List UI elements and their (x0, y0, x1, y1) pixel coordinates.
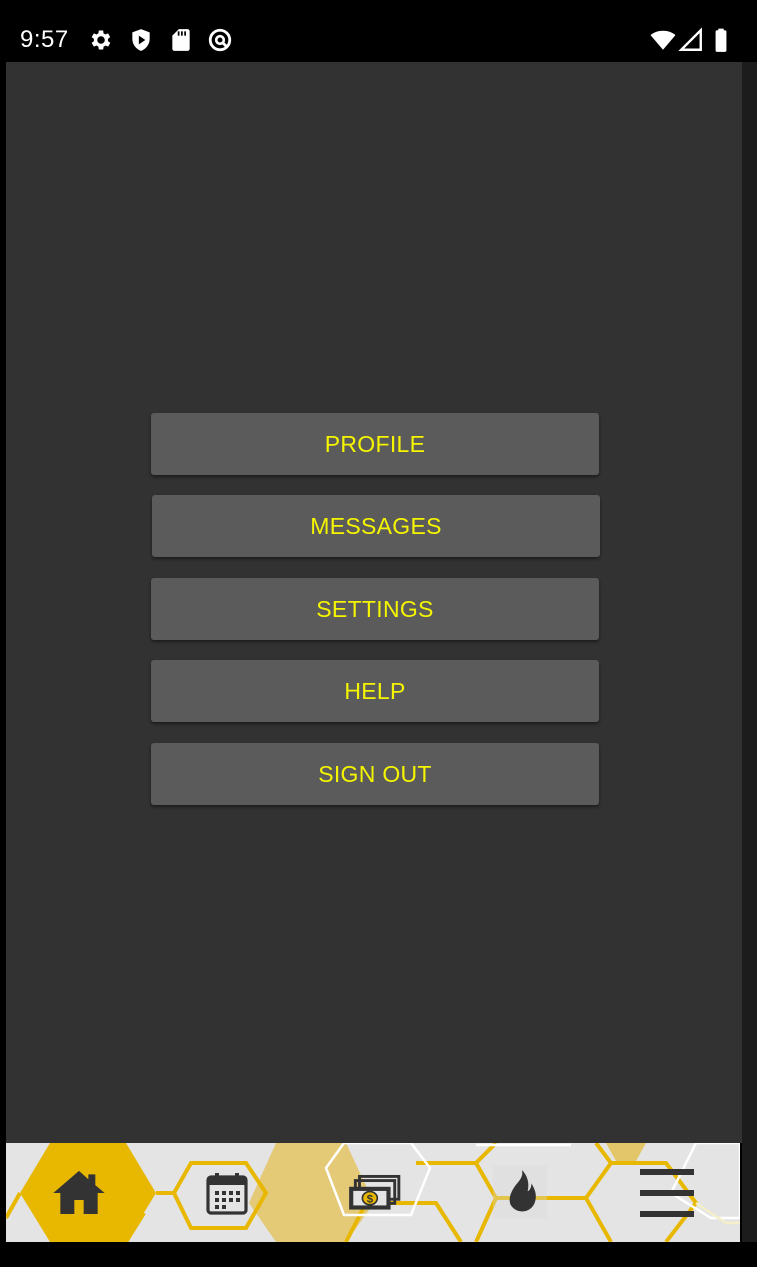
home-icon (53, 1170, 105, 1214)
system-navigation-area (0, 1242, 757, 1267)
nav-hot[interactable] (465, 1143, 575, 1242)
nav-calendar[interactable] (172, 1143, 282, 1242)
money-icon: $ (349, 1174, 401, 1210)
nav-home[interactable] (24, 1143, 134, 1242)
flame-icon (509, 1169, 536, 1211)
nav-menu[interactable] (612, 1143, 722, 1242)
calendar-icon (206, 1172, 248, 1215)
wifi-icon (650, 30, 676, 50)
signal-icon (678, 27, 702, 51)
vpn-icon (208, 28, 232, 52)
nav-money[interactable]: $ (319, 1143, 429, 1242)
battery-icon (715, 28, 727, 52)
app-content: PROFILE MESSAGES SETTINGS HELP SIGN OUT (6, 62, 742, 1143)
bottom-navigation: $ (6, 1143, 740, 1242)
help-button[interactable]: HELP (151, 660, 599, 722)
messages-button[interactable]: MESSAGES (152, 495, 600, 557)
status-bar: 9:57 (0, 0, 757, 62)
window-edge (742, 62, 757, 1242)
hamburger-menu-icon (640, 1168, 694, 1217)
status-time: 9:57 (20, 26, 69, 53)
sd-card-icon (172, 29, 190, 51)
shield-icon (132, 29, 150, 51)
gear-icon (91, 30, 111, 50)
svg-text:$: $ (367, 1193, 374, 1205)
profile-button[interactable]: PROFILE (151, 413, 599, 475)
settings-button[interactable]: SETTINGS (151, 578, 599, 640)
sign-out-button[interactable]: SIGN OUT (151, 743, 599, 805)
